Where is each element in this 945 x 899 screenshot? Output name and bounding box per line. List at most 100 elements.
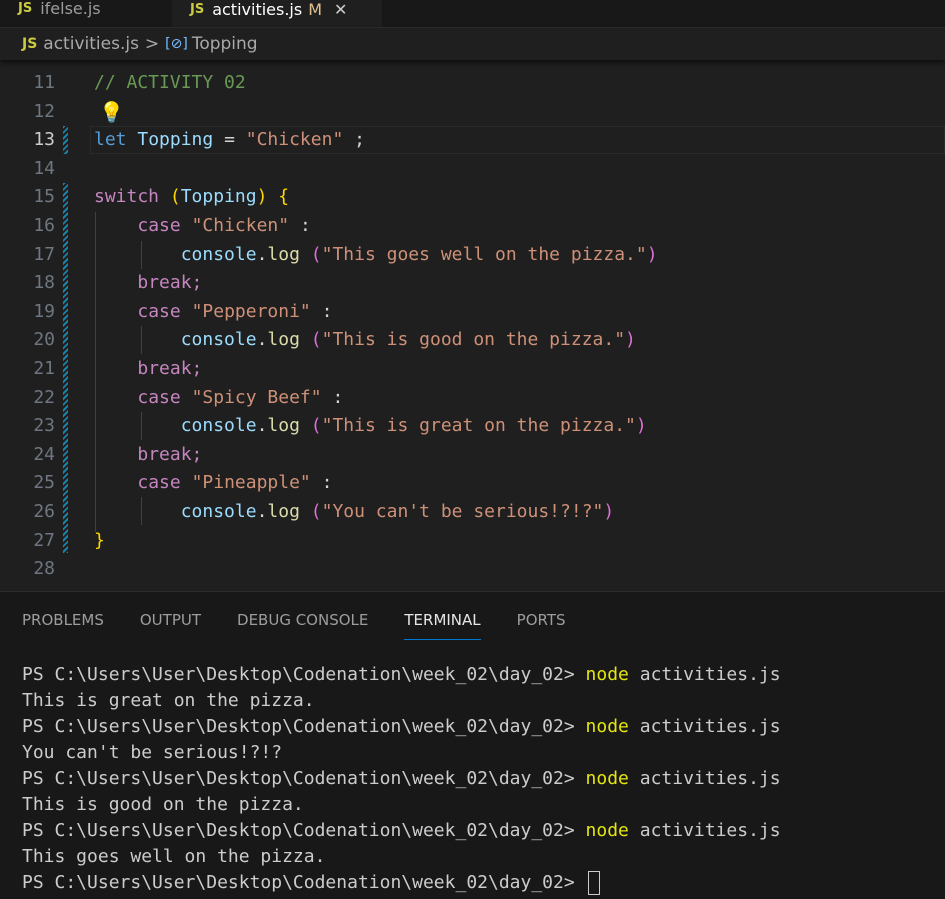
terminal-line: PS C:\Users\User\Desktop\Codenation\week… — [22, 766, 781, 792]
modified-indicator: M — [308, 0, 323, 19]
chevron-right-icon: > — [144, 34, 160, 54]
breadcrumb-symbol[interactable]: Topping — [192, 34, 258, 54]
string: "You can't be serious!?!?" — [321, 501, 604, 522]
terminal-line: PS C:\Users\User\Desktop\Codenation\week… — [22, 714, 781, 740]
editor-tab-bar: JS ifelse.js JS activities.js M ✕ — [0, 0, 945, 28]
tab-output[interactable]: OUTPUT — [140, 592, 201, 638]
keyword: case — [137, 386, 181, 408]
code-line: 26 console.log ("You can't be serious!?!… — [0, 498, 945, 527]
function-name: log — [267, 415, 300, 437]
string: "This goes well on the pizza." — [321, 243, 647, 265]
function-name: log — [267, 329, 300, 351]
terminal-prompt: PS C:\Users\User\Desktop\Codenation\week… — [22, 768, 586, 789]
keyword: switch — [94, 186, 160, 208]
tab-label: activities.js — [212, 0, 303, 19]
code-line: 22 case "Spicy Beef" : — [0, 384, 945, 413]
panel-tabs: PROBLEMS OUTPUT DEBUG CONSOLE TERMINAL P… — [0, 592, 580, 640]
identifier: console — [180, 415, 257, 437]
line-number: 26 — [33, 501, 55, 522]
string: "Pineapple" — [191, 472, 311, 494]
code-line: 28 — [0, 555, 945, 584]
line-number: 13 — [33, 129, 55, 151]
terminal-line: You can't be serious!?!? — [22, 742, 283, 763]
string: "Chicken" — [245, 129, 344, 151]
line-number: 27 — [33, 529, 55, 551]
tab-label: ifelse.js — [40, 0, 101, 18]
keyword: case — [137, 300, 181, 322]
terminal-prompt: PS C:\Users\User\Desktop\Codenation\week… — [22, 664, 586, 685]
variable: Topping — [137, 129, 214, 151]
terminal-command: node — [585, 820, 629, 841]
function-name: log — [267, 243, 300, 265]
terminal-command: node — [585, 768, 629, 789]
bottom-panel: PROBLEMS OUTPUT DEBUG CONSOLE TERMINAL P… — [0, 591, 945, 899]
breadcrumb-file[interactable]: activities.js — [43, 34, 139, 54]
terminal-line: This is great on the pizza. — [22, 690, 315, 711]
keyword: break; — [137, 358, 203, 379]
tab-ports[interactable]: PORTS — [517, 592, 566, 638]
terminal-output[interactable]: PS C:\Users\User\Desktop\Codenation\week… — [22, 662, 781, 896]
line-number: 19 — [33, 300, 55, 322]
tab-activities[interactable]: JS activities.js M ✕ — [172, 0, 382, 27]
js-file-icon: JS — [18, 1, 33, 16]
code-line: 21 break; — [0, 355, 945, 384]
code-line: 20 console.log ("This is good on the piz… — [0, 326, 945, 355]
code-line: 14 — [0, 155, 945, 184]
string: "This is great on the pizza." — [321, 415, 636, 437]
terminal-prompt: PS C:\Users\User\Desktop\Codenation\week… — [22, 820, 586, 841]
terminal-prompt: PS C:\Users\User\Desktop\Codenation\week… — [22, 872, 586, 893]
terminal-command: node — [585, 716, 629, 737]
line-number: 21 — [33, 358, 55, 379]
close-icon[interactable]: ✕ — [334, 0, 347, 19]
identifier: console — [180, 243, 257, 265]
code-line: 16 case "Chicken" : — [0, 212, 945, 241]
terminal-line: PS C:\Users\User\Desktop\Codenation\week… — [22, 818, 781, 844]
string: "Chicken" — [191, 215, 290, 236]
code-line: 23 console.log ("This is great on the pi… — [0, 412, 945, 441]
code-line: 18 break; — [0, 269, 945, 298]
breadcrumb: JS activities.js > [⊘] Topping — [0, 28, 945, 60]
code-line: 27 } — [0, 527, 945, 556]
terminal-cursor — [587, 871, 600, 895]
code-line: 15 switch (Topping) { — [0, 183, 945, 212]
code-line: 25 case "Pineapple" : — [0, 469, 945, 498]
terminal-command: node — [585, 664, 629, 685]
comment: // ACTIVITY 02 — [94, 72, 246, 93]
terminal-line: PS C:\Users\User\Desktop\Codenation\week… — [22, 662, 781, 688]
string: "This is good on the pizza." — [321, 329, 626, 351]
tab-terminal[interactable]: TERMINAL — [404, 592, 481, 640]
tab-ifelse[interactable]: JS ifelse.js — [0, 0, 170, 25]
terminal-argument: activities.js — [628, 716, 781, 737]
line-number: 24 — [33, 443, 55, 465]
code-line: 19 case "Pepperoni" : — [0, 298, 945, 327]
tab-debug-console[interactable]: DEBUG CONSOLE — [237, 592, 368, 638]
line-number: 12 — [33, 100, 55, 122]
string: "Pepperoni" — [191, 300, 311, 322]
line-number: 16 — [33, 215, 55, 236]
operator: = — [224, 129, 235, 151]
line-number: 11 — [33, 72, 55, 93]
line-number: 17 — [33, 243, 55, 265]
function-name: log — [267, 501, 300, 522]
terminal-argument: activities.js — [628, 768, 781, 789]
keyword: case — [137, 215, 181, 236]
code-line: 13 let Topping = "Chicken" ; — [0, 126, 945, 155]
keyword: let — [94, 129, 127, 151]
identifier: console — [180, 329, 257, 351]
line-number: 25 — [33, 472, 55, 494]
code-line: 12 — [0, 98, 945, 127]
terminal-prompt: PS C:\Users\User\Desktop\Codenation\week… — [22, 716, 586, 737]
code-editor[interactable]: 💡 11 // ACTIVITY 02 12 13 let Topping = … — [0, 60, 945, 591]
terminal-line: PS C:\Users\User\Desktop\Codenation\week… — [22, 870, 781, 896]
terminal-line: This goes well on the pizza. — [22, 846, 326, 867]
code-line: 24 break; — [0, 441, 945, 470]
code-line: 11 // ACTIVITY 02 — [0, 69, 945, 98]
line-number: 28 — [33, 558, 55, 580]
line-number: 15 — [33, 186, 55, 208]
semicolon: ; — [354, 129, 365, 151]
variable-icon: [⊘] — [165, 36, 188, 52]
keyword: break; — [137, 443, 203, 465]
js-file-icon: JS — [22, 36, 38, 52]
tab-problems[interactable]: PROBLEMS — [22, 592, 104, 638]
line-number: 14 — [33, 157, 55, 179]
